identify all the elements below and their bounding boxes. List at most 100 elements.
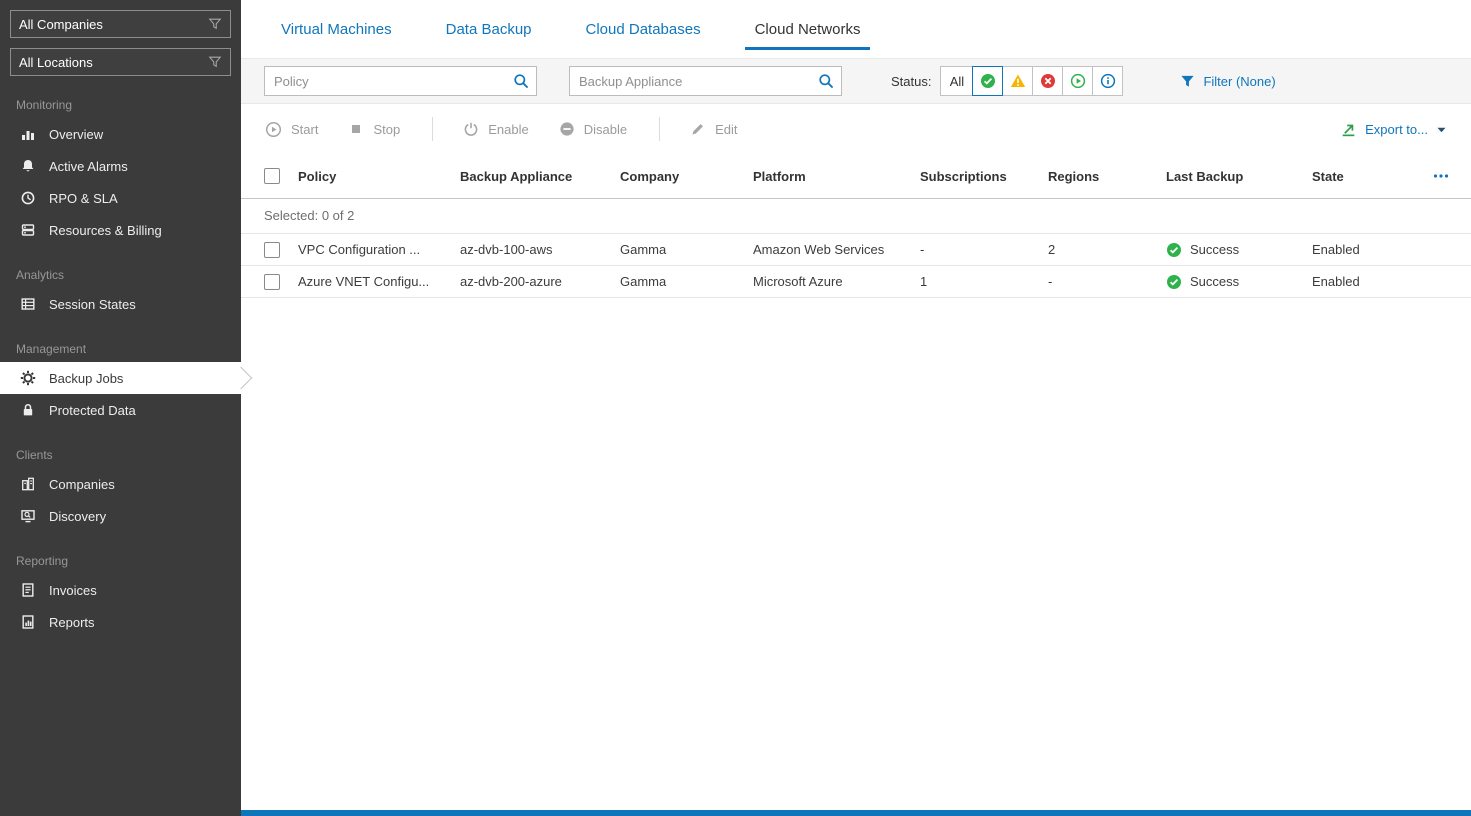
column-header-company[interactable]: Company <box>620 169 753 184</box>
row-checkbox[interactable] <box>264 273 280 290</box>
enable-button[interactable]: Enable <box>463 121 529 137</box>
sidebar-item-backup-jobs[interactable]: Backup Jobs <box>0 362 241 394</box>
gear-icon <box>20 370 36 386</box>
section-label-analytics: Analytics <box>16 268 65 282</box>
sidebar-item-overview[interactable]: Overview <box>0 118 241 150</box>
section-label-management: Management <box>16 342 87 356</box>
stop-button[interactable]: Stop <box>348 121 400 137</box>
cell-regions: - <box>1048 274 1053 289</box>
success-status-icon <box>1166 242 1182 258</box>
cell-company: Gamma <box>620 274 667 289</box>
status-filter-all-button[interactable]: All <box>940 66 974 96</box>
export-button[interactable]: Export to... <box>1340 121 1447 138</box>
app-window: All Companies All Locations Monitoring O… <box>0 0 1471 816</box>
tab-cloud-databases[interactable]: Cloud Databases <box>576 12 711 50</box>
sidebar-item-companies[interactable]: Companies <box>0 468 241 500</box>
sidebar-item-label: Backup Jobs <box>49 370 124 386</box>
actions-toolbar: Start Stop Enable Disable Edit Export to… <box>241 104 1471 154</box>
cell-appliance: az-dvb-100-aws <box>460 242 553 257</box>
status-filter-error-button[interactable] <box>1032 66 1064 96</box>
status-filter-warning-button[interactable] <box>1002 66 1034 96</box>
toolbar-separator <box>432 117 434 141</box>
column-options-icon[interactable] <box>1432 171 1461 181</box>
column-header-appliance[interactable]: Backup Appliance <box>460 169 620 184</box>
sidebar-item-protected-data[interactable]: Protected Data <box>0 394 241 426</box>
sidebar-item-label: Reports <box>49 614 95 630</box>
filter-link-label: Filter (None) <box>1203 73 1276 89</box>
dashboard-bars-icon <box>20 126 36 142</box>
sidebar-item-label: Companies <box>49 476 115 492</box>
funnel-icon <box>1180 74 1195 89</box>
cell-policy: Azure VNET Configu... <box>298 274 430 289</box>
sidebar-item-rpo-sla[interactable]: RPO & SLA <box>0 182 241 214</box>
section-label-reporting: Reporting <box>16 554 69 568</box>
cell-company: Gamma <box>620 242 667 257</box>
funnel-icon <box>208 55 222 69</box>
power-icon <box>463 121 479 137</box>
select-all-checkbox[interactable] <box>264 168 280 184</box>
policy-search-input[interactable] <box>264 66 537 96</box>
appliance-search-input[interactable] <box>569 66 842 96</box>
status-filter-running-button[interactable] <box>1062 66 1094 96</box>
edit-button[interactable]: Edit <box>690 121 737 137</box>
cell-appliance: az-dvb-200-azure <box>460 274 562 289</box>
row-checkbox[interactable] <box>264 241 280 258</box>
minus-circle-icon <box>559 121 575 137</box>
cell-platform: Amazon Web Services <box>753 242 885 257</box>
table-row[interactable]: VPC Configuration ... az-dvb-100-aws Gam… <box>241 234 1471 266</box>
companies-filter-label: All Companies <box>19 16 103 32</box>
tab-cloud-networks[interactable]: Cloud Networks <box>744 12 871 50</box>
monitor-magnifier-icon <box>20 508 36 524</box>
sidebar-item-label: Protected Data <box>49 402 136 418</box>
document-lines-icon <box>20 582 36 598</box>
sidebar-item-label: Session States <box>49 296 136 312</box>
toolbar-separator <box>659 117 661 141</box>
bell-icon <box>20 158 36 174</box>
sidebar-item-active-alarms[interactable]: Active Alarms <box>0 150 241 182</box>
sidebar-item-resources-billing[interactable]: Resources & Billing <box>0 214 241 246</box>
column-header-state[interactable]: State <box>1312 169 1432 184</box>
chevron-down-icon <box>1436 125 1447 134</box>
column-header-regions[interactable]: Regions <box>1048 169 1166 184</box>
companies-filter-dropdown[interactable]: All Companies <box>10 10 231 38</box>
filter-band: Status: All <box>241 58 1471 104</box>
cell-state: Enabled <box>1312 274 1360 289</box>
cell-subscriptions: - <box>920 242 925 257</box>
cell-subscriptions: 1 <box>920 274 928 289</box>
cell-last-backup: Success <box>1166 242 1312 258</box>
locations-filter-dropdown[interactable]: All Locations <box>10 48 231 76</box>
search-icon[interactable] <box>818 73 834 89</box>
start-button[interactable]: Start <box>265 121 318 138</box>
sidebar-item-invoices[interactable]: Invoices <box>0 574 241 606</box>
disable-button[interactable]: Disable <box>559 121 627 137</box>
running-status-icon <box>1070 73 1086 89</box>
pencil-icon <box>690 121 706 137</box>
start-icon <box>265 121 282 138</box>
document-chart-icon <box>20 614 36 630</box>
status-filter-info-button[interactable] <box>1092 66 1124 96</box>
sidebar-item-session-states[interactable]: Session States <box>0 288 241 320</box>
lock-icon <box>20 402 36 418</box>
column-header-platform[interactable]: Platform <box>753 169 920 184</box>
tab-virtual-machines[interactable]: Virtual Machines <box>271 12 402 50</box>
sidebar-item-reports[interactable]: Reports <box>0 606 241 638</box>
export-arrow-icon <box>1340 121 1357 138</box>
tab-data-backup[interactable]: Data Backup <box>436 12 542 50</box>
status-filter-success-button[interactable] <box>972 66 1004 96</box>
jobs-table: Policy Backup Appliance Company Platform… <box>241 154 1471 816</box>
search-icon[interactable] <box>513 73 529 89</box>
table-header-row: Policy Backup Appliance Company Platform… <box>241 154 1471 199</box>
table-row[interactable]: Azure VNET Configu... az-dvb-200-azure G… <box>241 266 1471 298</box>
grid-table-icon <box>20 296 36 312</box>
locations-filter-label: All Locations <box>19 54 93 70</box>
success-status-icon <box>1166 274 1182 290</box>
column-header-policy[interactable]: Policy <box>298 169 460 184</box>
column-header-subscriptions[interactable]: Subscriptions <box>920 169 1048 184</box>
column-header-last-backup[interactable]: Last Backup <box>1166 169 1312 184</box>
filter-none-button[interactable]: Filter (None) <box>1180 73 1276 89</box>
cell-last-backup: Success <box>1166 274 1312 290</box>
buildings-icon <box>20 476 36 492</box>
cell-regions: 2 <box>1048 242 1056 257</box>
sidebar-item-discovery[interactable]: Discovery <box>0 500 241 532</box>
sidebar-item-label: Active Alarms <box>49 158 128 174</box>
